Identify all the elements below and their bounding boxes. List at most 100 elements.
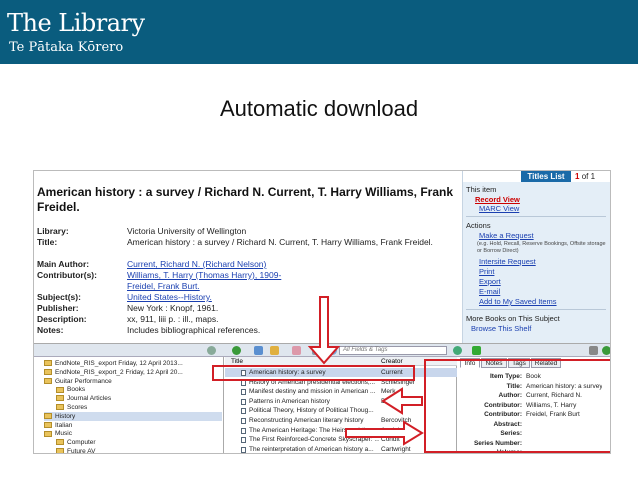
browse-shelf-link[interactable]: Browse This Shelf: [471, 324, 531, 333]
folder-icon: [56, 386, 64, 393]
record-field-label: Library:: [37, 226, 69, 236]
record-field-row: Notes: Includes bibliographical reference…: [37, 325, 457, 336]
item-row[interactable]: Reconstructing American literary history…: [225, 416, 457, 425]
collection-item[interactable]: Music: [44, 429, 222, 438]
marc-view-link[interactable]: MARC View: [479, 204, 519, 213]
record-field-value: Includes bibliographical references.: [127, 325, 261, 335]
pager: 1 of 1: [575, 171, 595, 182]
highlight-item-info: [424, 359, 610, 453]
forward-icon[interactable]: [472, 346, 481, 355]
new-note-icon[interactable]: [270, 346, 279, 355]
library-logo-subtitle: Te Pātaka Kōrero: [9, 40, 124, 55]
make-request-link[interactable]: Make a Request: [479, 231, 534, 240]
record-field-value: American history : a survey / Richard N.…: [127, 237, 433, 247]
collection-item[interactable]: EndNote_RIS_export Friday, 12 April 2013…: [44, 359, 222, 368]
collection-label: Computer: [67, 439, 96, 447]
sync-icon[interactable]: [453, 346, 462, 355]
item-row[interactable]: Political Theory, History of Political T…: [225, 406, 457, 415]
export-link[interactable]: Export: [479, 277, 501, 286]
fullscreen-icon[interactable]: [589, 346, 598, 355]
print-link[interactable]: Print: [479, 267, 494, 276]
record-field-value[interactable]: United States--History.: [127, 292, 457, 303]
slide: The Library Te Pātaka Kōrero Automatic d…: [0, 0, 638, 479]
collections-pane: EndNote_RIS_export Friday, 12 April 2013…: [34, 357, 224, 454]
sync-status-icon[interactable]: [602, 346, 610, 355]
collection-item[interactable]: Guitar Performance: [44, 377, 222, 386]
locate-icon[interactable]: [328, 346, 337, 355]
record-view-link[interactable]: Record View: [475, 195, 520, 204]
record-field-row: Library: Victoria University of Wellingto…: [37, 226, 457, 237]
collection-label: EndNote_RIS_export Friday, 12 April 2013…: [55, 360, 183, 367]
record-field-row: Main Author: Current, Richard N. (Richard…: [37, 259, 457, 270]
item-title: Patterns in American history: [249, 397, 330, 405]
titles-list-button[interactable]: Titles List: [521, 171, 571, 182]
item-row[interactable]: Patterns in American history DeConde: [225, 397, 457, 406]
collection-label: Guitar Performance: [55, 377, 112, 385]
record-field-value[interactable]: Freidel, Frank Burt.: [127, 281, 457, 292]
zotero-search-input[interactable]: All Fields & Tags: [339, 346, 447, 355]
collection-label: Books: [67, 386, 86, 394]
tag-icon[interactable]: [312, 346, 321, 355]
folder-icon: [44, 430, 52, 437]
record-field-label: [37, 281, 127, 292]
record-field-row: Subject(s): United States--History.: [37, 292, 457, 303]
item-row[interactable]: Manifest destiny and mission in American…: [225, 387, 457, 396]
library-logo[interactable]: The Library: [7, 9, 145, 37]
folder-icon: [56, 395, 64, 402]
folder-icon: [44, 369, 52, 376]
record-field-value[interactable]: Current, Richard N. (Richard Nelson): [127, 259, 457, 270]
collection-item[interactable]: Future AV: [56, 447, 222, 454]
collection-label: EndNote_RIS_export_2 Friday, 12 April 20…: [55, 368, 183, 376]
collection-item[interactable]: Computer: [56, 438, 222, 447]
record-field-label: Subject(s):: [37, 292, 81, 302]
add-saved-items-link[interactable]: Add to My Saved Items: [479, 297, 557, 306]
record-fields-table: Library: Victoria University of Wellingto…: [37, 226, 457, 336]
collection-item[interactable]: Italian: [44, 421, 222, 430]
attachment-icon[interactable]: [292, 346, 301, 355]
book-icon: [241, 418, 246, 424]
catalog-record: American history : a survey / Richard N.…: [34, 171, 464, 343]
collection-item[interactable]: EndNote_RIS_export_2 Friday, 12 April 20…: [44, 368, 222, 377]
this-item-heading: This item: [466, 185, 497, 194]
more-books-heading: More Books on This Subject: [466, 314, 560, 323]
record-field-label: Description:: [37, 314, 87, 324]
item-title: The American Heritage: The Heirs and the…: [249, 426, 378, 434]
record-field-label: Title:: [37, 237, 58, 247]
pager-total: of 1: [581, 172, 596, 181]
collection-item[interactable]: Books: [56, 385, 222, 394]
record-field-value[interactable]: Williams, T. Harry (Thomas Harry), 1909-: [127, 270, 457, 281]
collection-label: Scores: [67, 404, 88, 411]
email-link[interactable]: E-mail: [479, 287, 500, 296]
actions-heading: Actions: [466, 221, 491, 230]
collection-item[interactable]: History: [44, 411, 222, 421]
slide-title: Automatic download: [219, 96, 419, 121]
zotero-toolbar: All Fields & Tags: [34, 344, 610, 357]
collection-label: Future AV: [67, 448, 96, 454]
intersite-request-link[interactable]: Intersite Request: [479, 257, 536, 266]
collection-item[interactable]: Journal Articles: [56, 394, 222, 403]
record-title: American history : a survey / Richard N.…: [37, 185, 454, 214]
book-icon: [241, 408, 246, 415]
screenshot-panel: American history : a survey / Richard N.…: [33, 170, 611, 454]
record-field-row: Contributor(s): Williams, T. Harry (Thoma…: [37, 270, 457, 281]
record-field-value: New York : Knopf, 1961.: [127, 303, 219, 313]
new-collection-icon[interactable]: [207, 346, 216, 355]
item-row[interactable]: The reinterpretation of American history…: [225, 445, 457, 453]
new-item-icon[interactable]: [232, 346, 241, 355]
record-field-row: Title: American history : a survey / Rich…: [37, 237, 457, 259]
item-title: The reinterpretation of American history…: [249, 445, 374, 453]
item-row[interactable]: The First Reinforced-Concrete Skyscraper…: [225, 435, 457, 444]
record-field-label: Main Author:: [37, 259, 90, 269]
item-row[interactable]: The American Heritage: The Heirs and the…: [225, 426, 457, 435]
library-header: The Library Te Pātaka Kōrero: [0, 0, 638, 64]
add-by-identifier-icon[interactable]: [254, 346, 263, 355]
side-divider: [466, 309, 606, 310]
collection-label: Journal Articles: [67, 395, 112, 403]
book-icon: [241, 389, 246, 396]
folder-icon: [56, 439, 64, 446]
folder-icon: [44, 360, 52, 367]
item-title: Manifest destiny and mission in American…: [249, 388, 376, 396]
side-divider: [466, 216, 606, 217]
collection-item[interactable]: Scores: [56, 403, 222, 412]
item-title: Reconstructing American literary history: [249, 417, 364, 424]
